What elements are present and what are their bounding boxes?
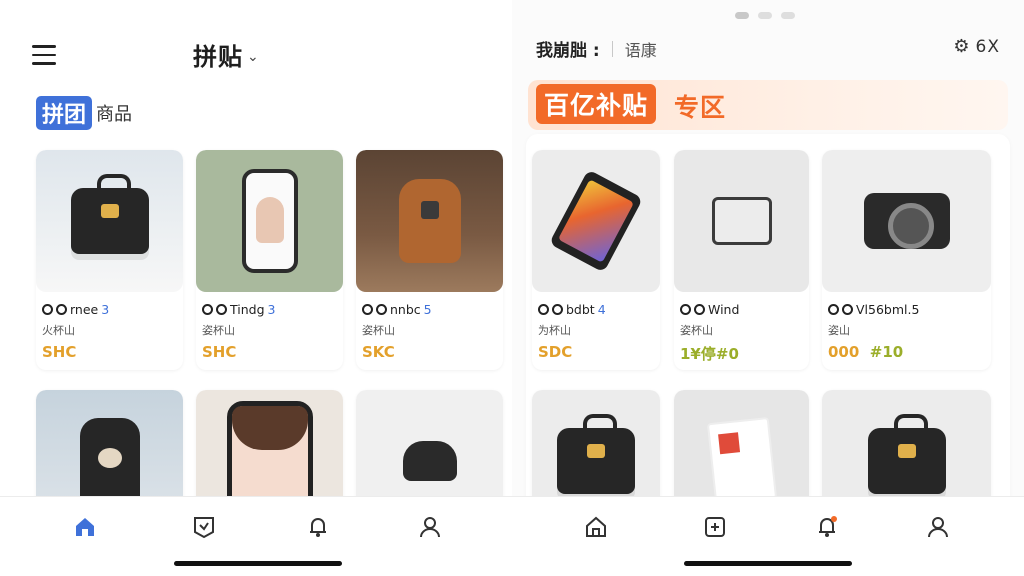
product-count: 3	[267, 302, 276, 317]
home-icon[interactable]	[65, 507, 105, 547]
product-name: bdbt	[566, 302, 595, 317]
top-bar-subtitle[interactable]: 语康	[625, 37, 657, 61]
product-price: 1¥停#0	[680, 345, 739, 363]
product-subtitle: 姿杯山	[362, 324, 395, 337]
card-pack-image	[706, 416, 777, 506]
product-price: SHC	[42, 343, 77, 361]
gear-icon[interactable]: ⚙	[953, 36, 969, 57]
verified-icon	[376, 304, 387, 315]
product-name: rnee	[70, 302, 99, 317]
product-image	[822, 150, 991, 292]
product-image	[532, 150, 660, 292]
top-bar: 我崩朏 : 语康	[536, 36, 657, 61]
product-card[interactable]: Tindg 3 姿杯山 SHC	[196, 150, 343, 370]
product-count: 5	[423, 302, 432, 317]
product-count: 4	[597, 302, 606, 317]
home-icon[interactable]	[576, 507, 616, 547]
user-icon[interactable]	[410, 507, 450, 547]
right-screen: 我崩朏 : 语康 ⚙ 6X 百亿补贴 专区 bdbt 4 为杯山 SDC Wind…	[512, 0, 1024, 576]
divider	[611, 40, 613, 57]
product-card[interactable]: bdbt 4 为杯山 SDC	[532, 150, 660, 370]
product-subtitle: 姿杯山	[680, 324, 713, 337]
product-price: SHC	[202, 343, 237, 361]
left-screen: 拼贴 ⌄ 拼团 商品 rnee 3 火杯山 SHC Tindg 3 姿杯山 SHC	[0, 0, 512, 576]
shop-icon	[202, 304, 213, 315]
user-icon[interactable]	[918, 507, 958, 547]
page-title[interactable]: 拼贴 ⌄	[193, 37, 260, 72]
chevron-down-icon: ⌄	[247, 48, 260, 65]
page-title-text: 拼贴	[193, 43, 243, 71]
category-icon[interactable]	[184, 507, 224, 547]
product-price-main: 000	[828, 343, 860, 361]
product-name: Vl56bml.5	[856, 302, 920, 317]
tote-bag-image	[711, 197, 772, 245]
group-buy-badge: 拼团	[36, 96, 93, 130]
product-price: 000 #10	[828, 343, 987, 361]
category-icon[interactable]	[695, 507, 735, 547]
brown-backpack-image	[398, 179, 461, 263]
verified-icon	[56, 304, 67, 315]
backpack-image	[79, 418, 140, 504]
product-card[interactable]: rnee 3 火杯山 SHC	[36, 150, 183, 370]
camera-image	[863, 193, 950, 249]
product-card[interactable]: Wind 姿杯山 1¥停#0	[674, 150, 809, 370]
verified-icon	[694, 304, 705, 315]
product-image	[36, 150, 183, 292]
top-actions: ⚙ 6X	[953, 36, 1000, 57]
home-indicator	[684, 561, 852, 566]
product-image	[674, 150, 809, 292]
section-label: 商品	[96, 104, 133, 125]
tablet-case-image	[548, 169, 644, 273]
brand-name[interactable]: 我崩朏 :	[536, 36, 600, 61]
black-bag-image	[867, 414, 946, 494]
product-name: nnbc	[390, 302, 421, 317]
verified-icon	[216, 304, 227, 315]
hamburger-menu-icon[interactable]	[30, 42, 58, 68]
bell-icon[interactable]	[298, 507, 338, 547]
product-subtitle: 姿杯山	[202, 324, 235, 337]
product-card[interactable]: Vl56bml.5 姿山 000 #10	[822, 150, 991, 370]
product-price: SKC	[362, 343, 395, 361]
page-indicator	[735, 12, 795, 19]
subsidy-label: 专区	[674, 93, 727, 122]
black-bag-image	[70, 174, 149, 254]
home-indicator	[174, 561, 342, 566]
subsidy-banner[interactable]: 百亿补贴 专区	[528, 80, 1008, 130]
product-subtitle: 为杯山	[538, 324, 571, 337]
bell-icon[interactable]	[807, 507, 847, 547]
earbuds-case-image	[402, 441, 457, 481]
product-card[interactable]: nnbc 5 姿杯山 SKC	[356, 150, 503, 370]
shop-icon	[538, 304, 549, 315]
product-image	[356, 150, 503, 292]
top-action-text[interactable]: 6X	[976, 37, 1000, 57]
phone-image	[241, 169, 298, 273]
shop-icon	[362, 304, 373, 315]
verified-icon	[552, 304, 563, 315]
shop-icon	[42, 304, 53, 315]
black-bag-image	[557, 414, 635, 494]
product-subtitle: 火杯山	[42, 324, 75, 337]
product-subtitle: 姿山	[828, 324, 850, 337]
section-header: 拼团 商品	[36, 96, 132, 130]
product-price-tag: #10	[869, 343, 904, 361]
product-image	[196, 150, 343, 292]
product-name: Wind	[708, 302, 740, 317]
product-price: SDC	[538, 343, 573, 361]
product-name: Tindg	[230, 302, 265, 317]
subsidy-badge: 百亿补贴	[536, 84, 657, 124]
shop-icon	[680, 304, 691, 315]
shop-icon	[828, 304, 839, 315]
verified-icon	[842, 304, 853, 315]
product-count: 3	[101, 302, 110, 317]
